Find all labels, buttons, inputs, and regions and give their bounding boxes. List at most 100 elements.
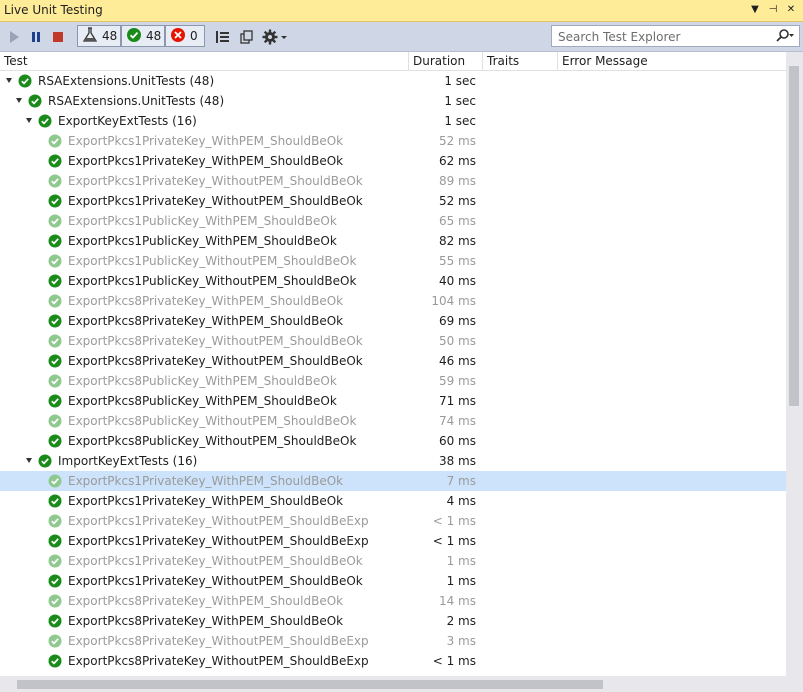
test-name: ExportPkcs8PublicKey_WithoutPEM_ShouldBe…	[68, 434, 357, 448]
tree-group-row[interactable]: ImportKeyExtTests (16) 38 ms	[0, 451, 786, 471]
test-row[interactable]: ExportPkcs1PrivateKey_WithPEM_ShouldBeOk…	[0, 491, 786, 511]
test-row[interactable]: ExportPkcs8PublicKey_WithPEM_ShouldBeOk 5…	[0, 371, 786, 391]
stop-icon[interactable]	[50, 27, 66, 47]
test-row[interactable]: ExportPkcs8PrivateKey_WithoutPEM_ShouldB…	[0, 351, 786, 371]
test-row[interactable]: ExportPkcs1PrivateKey_WithoutPEM_ShouldB…	[0, 511, 786, 531]
expand-collapse-icon[interactable]	[26, 118, 32, 123]
test-row[interactable]: ExportPkcs8PrivateKey_WithoutPEM_ShouldB…	[0, 651, 786, 671]
test-name: ExportPkcs1PublicKey_WithPEM_ShouldBeOk	[68, 234, 337, 248]
test-name: ExportPkcs1PrivateKey_WithoutPEM_ShouldB…	[68, 174, 363, 188]
pass-icon	[126, 27, 142, 46]
test-row[interactable]: ExportPkcs1PrivateKey_WithoutPEM_ShouldB…	[0, 551, 786, 571]
test-row[interactable]: ExportPkcs1PublicKey_WithoutPEM_ShouldBe…	[0, 271, 786, 291]
test-duration: 46 ms	[438, 354, 476, 368]
passed-check-icon	[48, 154, 62, 168]
tree-group-row[interactable]: RSAExtensions.UnitTests (48) 1 sec	[0, 71, 786, 91]
test-name: ExportPkcs8PublicKey_WithPEM_ShouldBeOk	[68, 374, 337, 388]
passed-check-icon	[48, 214, 62, 228]
test-row[interactable]: ExportPkcs8PrivateKey_WithPEM_ShouldBeOk…	[0, 291, 786, 311]
test-name: ExportPkcs8PublicKey_WithPEM_ShouldBeOk	[68, 394, 337, 408]
test-row[interactable]: ExportPkcs8PrivateKey_WithPEM_ShouldBeOk…	[0, 311, 786, 331]
test-row[interactable]: ExportPkcs1PublicKey_WithPEM_ShouldBeOk 8…	[0, 231, 786, 251]
close-icon[interactable]: ✕	[784, 3, 798, 17]
test-name: ExportPkcs1PrivateKey_WithPEM_ShouldBeOk	[68, 134, 344, 148]
horizontal-scroll-thumb[interactable]	[17, 680, 603, 689]
test-tree: RSAExtensions.UnitTests (48) 1 sec RSAExte…	[0, 71, 786, 676]
test-duration: 55 ms	[438, 254, 476, 268]
failed-count: 0	[190, 29, 198, 43]
total-tests-counter[interactable]: 48	[77, 25, 121, 47]
column-traits[interactable]: Traits	[483, 52, 558, 70]
passed-check-icon	[28, 94, 42, 108]
passed-check-icon	[48, 594, 62, 608]
test-row[interactable]: ExportPkcs1PrivateKey_WithoutPEM_ShouldB…	[0, 571, 786, 591]
passed-tests-counter[interactable]: 48	[121, 25, 165, 47]
dropdown-icon[interactable]: ▼	[748, 3, 762, 17]
test-name: ExportPkcs8PrivateKey_WithoutPEM_ShouldB…	[68, 634, 369, 648]
test-name: ExportPkcs8PublicKey_WithoutPEM_ShouldBe…	[68, 414, 357, 428]
vertical-scrollbar[interactable]	[786, 52, 803, 676]
column-duration[interactable]: Duration	[409, 52, 483, 70]
test-row[interactable]: ExportPkcs8PublicKey_WithPEM_ShouldBeOk 7…	[0, 391, 786, 411]
test-row[interactable]: ExportPkcs8PublicKey_WithoutPEM_ShouldBe…	[0, 411, 786, 431]
test-name: ExportPkcs1PublicKey_WithoutPEM_ShouldBe…	[68, 274, 357, 288]
test-duration: 104 ms	[431, 294, 476, 308]
column-test[interactable]: Test	[0, 52, 409, 70]
pause-icon[interactable]	[28, 27, 44, 47]
expand-collapse-icon[interactable]	[16, 98, 22, 103]
test-name: ExportPkcs1PublicKey_WithoutPEM_ShouldBe…	[68, 254, 357, 268]
horizontal-scrollbar[interactable]	[0, 676, 786, 692]
passed-check-icon	[48, 334, 62, 348]
flask-icon	[82, 26, 98, 46]
test-row[interactable]: ExportPkcs1PrivateKey_WithPEM_ShouldBeOk…	[0, 471, 786, 491]
test-name: ExportPkcs1PrivateKey_WithPEM_ShouldBeOk	[68, 494, 344, 508]
test-row[interactable]: ExportPkcs8PrivateKey_WithPEM_ShouldBeOk…	[0, 611, 786, 631]
search-input[interactable]	[556, 27, 780, 47]
play-icon[interactable]	[6, 27, 22, 47]
passed-check-icon	[48, 314, 62, 328]
passed-check-icon	[48, 414, 62, 428]
test-duration: 2 ms	[446, 614, 476, 628]
group-by-icon[interactable]	[214, 27, 232, 47]
pin-icon[interactable]: ⊣	[766, 3, 780, 17]
test-row[interactable]: ExportPkcs1PrivateKey_WithPEM_ShouldBeOk…	[0, 131, 786, 151]
window-title: Live Unit Testing	[4, 3, 103, 17]
settings-gear-icon[interactable]	[260, 27, 290, 47]
test-duration: 60 ms	[438, 434, 476, 448]
test-row[interactable]: ExportPkcs1PrivateKey_WithoutPEM_ShouldB…	[0, 531, 786, 551]
test-duration: 52 ms	[438, 194, 476, 208]
test-row[interactable]: ExportPkcs8PublicKey_WithoutPEM_ShouldBe…	[0, 431, 786, 451]
copy-icon[interactable]	[238, 27, 256, 47]
test-name: ExportPkcs1PrivateKey_WithoutPEM_ShouldB…	[68, 554, 363, 568]
test-row[interactable]: ExportPkcs1PrivateKey_WithPEM_ShouldBeOk…	[0, 151, 786, 171]
test-row[interactable]: ExportPkcs8PrivateKey_WithoutPEM_ShouldB…	[0, 331, 786, 351]
test-name: ExportPkcs1PrivateKey_WithoutPEM_ShouldB…	[68, 574, 363, 588]
passed-check-icon	[48, 534, 62, 548]
passed-check-icon	[48, 494, 62, 508]
test-row[interactable]: ExportPkcs8PrivateKey_WithPEM_ShouldBeOk…	[0, 591, 786, 611]
tree-group-row[interactable]: RSAExtensions.UnitTests (48) 1 sec	[0, 91, 786, 111]
test-duration: 4 ms	[446, 494, 476, 508]
expand-collapse-icon[interactable]	[26, 458, 32, 463]
test-row[interactable]: ExportPkcs8PrivateKey_WithoutPEM_ShouldB…	[0, 631, 786, 651]
search-icon[interactable]	[775, 28, 795, 47]
test-row[interactable]: ExportPkcs1PublicKey_WithoutPEM_ShouldBe…	[0, 251, 786, 271]
test-duration: 74 ms	[438, 414, 476, 428]
test-duration: 40 ms	[438, 274, 476, 288]
test-row[interactable]: ExportPkcs1PublicKey_WithPEM_ShouldBeOk 6…	[0, 211, 786, 231]
test-name: ExportPkcs8PrivateKey_WithPEM_ShouldBeOk	[68, 314, 344, 328]
test-duration: 69 ms	[438, 314, 476, 328]
passed-check-icon	[48, 354, 62, 368]
column-error-message[interactable]: Error Message	[558, 52, 786, 70]
test-row[interactable]: ExportPkcs1PrivateKey_WithoutPEM_ShouldB…	[0, 191, 786, 211]
search-box[interactable]	[551, 25, 800, 47]
test-name: ExportPkcs8PrivateKey_WithoutPEM_ShouldB…	[68, 654, 369, 668]
passed-count: 48	[146, 29, 162, 43]
failed-tests-counter[interactable]: 0	[165, 25, 205, 47]
test-name: ExportPkcs8PrivateKey_WithoutPEM_ShouldB…	[68, 354, 363, 368]
test-row[interactable]: ExportPkcs1PrivateKey_WithoutPEM_ShouldB…	[0, 171, 786, 191]
tree-group-row[interactable]: ExportKeyExtTests (16) 1 sec	[0, 111, 786, 131]
vertical-scroll-thumb[interactable]	[789, 66, 799, 406]
passed-check-icon	[48, 574, 62, 588]
expand-collapse-icon[interactable]	[6, 78, 12, 83]
